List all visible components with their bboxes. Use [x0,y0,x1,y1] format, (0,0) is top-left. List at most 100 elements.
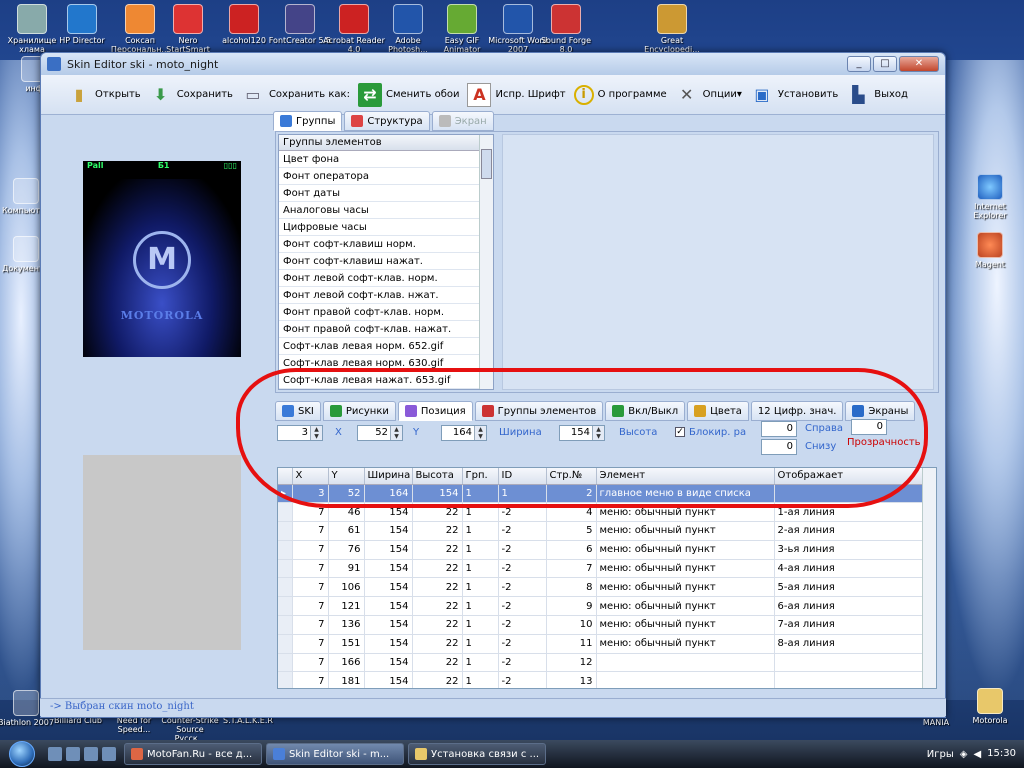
table-cell[interactable]: 154 [364,521,413,541]
grid-scrollbar[interactable] [922,468,936,688]
table-cell[interactable]: 1 [462,502,499,523]
table-cell[interactable]: 154 [364,634,413,654]
table-cell[interactable]: 154 [364,502,413,523]
table-cell[interactable]: 22 [412,502,463,523]
table-cell[interactable]: 181 [328,671,365,688]
table-cell[interactable]: 7 [292,577,329,598]
table-cell[interactable]: 22 [412,596,463,617]
table-cell[interactable]: 7 [292,615,329,635]
title-bar[interactable]: Skin Editor ski - moto_night _ □ ✕ [41,53,945,75]
table-cell[interactable]: 1 [462,615,499,635]
elements-grid[interactable]: X Y Ширина Высота Грп. ID Стр.№ Элемент Отобража… [277,467,937,689]
table-cell[interactable]: 6-ая линия [774,596,925,617]
tab-screen[interactable]: Экран [431,111,494,131]
spin-button[interactable]: ▲ ▼ [474,426,486,440]
table-cell[interactable]: 22 [412,577,463,598]
group-list-item[interactable]: Фонт даты [279,185,493,202]
table-cell[interactable]: 4 [546,502,597,523]
task-skin-editor[interactable]: Skin Editor ski - m... [266,743,404,765]
tray-games-label[interactable]: Игры [927,749,954,760]
desktop-icon-nfs[interactable]: Need for Speed... [104,716,164,734]
table-cell[interactable]: 4-ая линия [774,559,925,579]
table-cell[interactable]: 52 [328,484,365,504]
table-cell[interactable]: 11 [546,634,597,654]
desktop-icon-8[interactable]: Easy GIF Animator [430,2,494,54]
table-cell[interactable]: -2 [498,559,547,579]
table-cell[interactable] [774,671,925,688]
table-cell[interactable]: -2 [498,615,547,635]
group-list-item[interactable]: Цвет фона [279,151,493,168]
table-cell[interactable]: меню: обычный пункт [596,521,775,541]
table-cell[interactable]: главное меню в виде списка [596,484,775,504]
table-cell[interactable]: 46 [328,502,365,523]
table-cell[interactable]: 164 [364,484,413,504]
exit-button[interactable]: ▙ Выход [846,83,908,107]
table-cell[interactable]: меню: обычный пункт [596,596,775,617]
clock[interactable]: 15:30 [987,749,1016,759]
table-cell[interactable]: -2 [498,653,547,673]
table-cell[interactable] [596,671,775,688]
quick-launch-icon[interactable] [84,747,98,761]
desktop-icon-3[interactable]: Nero StartSmart [156,2,220,54]
table-cell[interactable]: 7 [292,540,329,560]
row-indicator[interactable] [278,671,293,688]
table-cell[interactable]: 154 [364,559,413,579]
table-cell[interactable]: 91 [328,559,365,579]
table-cell[interactable]: 3-ья линия [774,540,925,560]
table-cell[interactable]: меню: обычный пункт [596,502,775,523]
table-cell[interactable]: 12 [546,653,597,673]
column-header[interactable]: Стр.№ [546,468,597,485]
y-input[interactable]: 164 ▲ ▼ [441,425,487,441]
row-indicator[interactable]: ▸ [278,484,293,504]
desktop-icon-1[interactable]: HP Director [50,2,114,45]
tab-screens[interactable]: Экраны [845,401,916,421]
column-header[interactable]: Ширина [364,468,413,485]
group-list-item[interactable]: Фонт левой софт-клав. нжат. [279,287,493,304]
table-cell[interactable]: 1 [462,577,499,598]
table-cell[interactable]: 1 [462,634,499,654]
desktop-icon-counter-strike[interactable]: Counter-Strike Source Русск... [160,716,220,743]
table-cell[interactable]: 154 [364,615,413,635]
table-cell[interactable]: 136 [328,615,365,635]
table-cell[interactable]: 22 [412,559,463,579]
table-cell[interactable]: 5-ая линия [774,577,925,598]
table-cell[interactable]: 7 [292,502,329,523]
width-input[interactable]: 154 ▲ ▼ [559,425,605,441]
table-cell[interactable]: -2 [498,577,547,598]
table-cell[interactable]: -2 [498,540,547,560]
minimize-button[interactable]: _ [847,56,871,72]
desktop-icon-magent[interactable]: Magent [960,232,1020,269]
table-cell[interactable]: 8-ая линия [774,634,925,654]
tab-groups[interactable]: Группы [273,111,343,131]
table-cell[interactable]: -2 [498,634,547,654]
table-row[interactable]: 7 166 154 22 1 -2 12 [278,653,925,673]
spin-button[interactable]: ▲ ▼ [390,426,402,440]
tab-ski[interactable]: SKI [275,401,321,421]
table-row[interactable]: 7 181 154 22 1 -2 13 [278,671,925,688]
table-row[interactable]: 7 46 154 22 1 -2 4 меню: обычный пункт 1-ая лини… [278,502,925,523]
group-list-item[interactable]: Аналоговы часы [279,202,493,219]
row-indicator[interactable] [278,634,293,654]
options-button[interactable]: ✕ Опции ▾ [675,83,742,107]
groups-scrollbar[interactable] [479,135,493,389]
table-cell[interactable]: -2 [498,521,547,541]
column-header[interactable]: Элемент [596,468,775,485]
table-cell[interactable]: 1 [462,540,499,560]
quick-launch-icon[interactable] [102,747,116,761]
table-cell[interactable]: 13 [546,671,597,688]
right-offset-input[interactable]: 0 [761,421,797,437]
scroll-thumb[interactable] [481,149,492,179]
table-cell[interactable]: 22 [412,521,463,541]
install-button[interactable]: ▣ Установить [750,83,838,107]
table-cell[interactable]: 106 [328,577,365,598]
table-row[interactable]: 7 61 154 22 1 -2 5 меню: обычный пункт 2-ая лини… [278,521,925,541]
table-cell[interactable]: 76 [328,540,365,560]
table-row[interactable]: ▸ 3 52 164 154 1 1 2 главное меню в виде списка [278,484,925,504]
table-cell[interactable]: меню: обычный пункт [596,559,775,579]
table-row[interactable]: 7 106 154 22 1 -2 8 меню: обычный пункт 5-ая лин… [278,577,925,598]
group-list-item[interactable]: Фонт оператора [279,168,493,185]
column-header[interactable]: Y [328,468,365,485]
table-cell[interactable]: 7 [292,653,329,673]
transparency-input[interactable]: 0 [851,419,887,435]
row-indicator[interactable] [278,653,293,673]
